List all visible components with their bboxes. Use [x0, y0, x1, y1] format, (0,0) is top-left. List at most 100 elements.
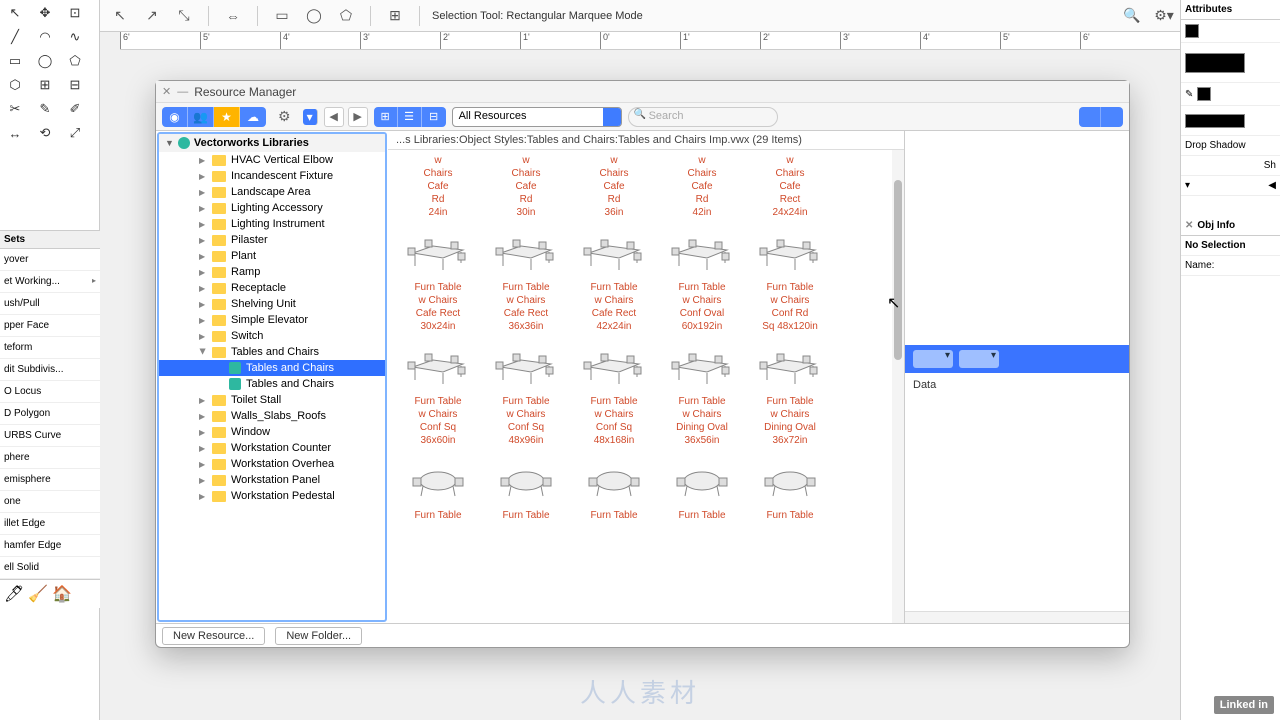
right-pane-toggle[interactable] — [1101, 107, 1123, 127]
align-icon[interactable]: ⊞ — [383, 4, 407, 28]
tool-icon[interactable]: ∿ — [62, 26, 88, 48]
list-item[interactable]: ush/Pull — [0, 293, 100, 315]
tree-folder[interactable]: ▶Workstation Counter — [159, 440, 385, 456]
tree-folder[interactable]: ▶Walls_Slabs_Roofs — [159, 408, 385, 424]
lasso-icon[interactable]: ◯ — [302, 4, 326, 28]
arrow-left-icon[interactable]: ◀ — [1268, 180, 1276, 191]
tool-icon[interactable]: ✂ — [2, 98, 28, 120]
list-item[interactable]: D Polygon — [0, 403, 100, 425]
minimize-icon[interactable]: — — [177, 86, 188, 98]
resource-item[interactable]: Furn Tablew ChairsCafe Rect36x36in — [484, 225, 568, 333]
resource-item[interactable]: Furn Tablew ChairsConf Sq48x96in — [484, 339, 568, 447]
tool-icon[interactable]: ╱ — [2, 26, 28, 48]
gear-icon[interactable]: ⚙ — [272, 108, 297, 125]
tree-file[interactable]: Tables and Chairs — [159, 360, 385, 376]
list-item[interactable]: yover — [0, 249, 100, 271]
tree-file[interactable]: Tables and Chairs — [159, 376, 385, 392]
tree-folder[interactable]: ▶Workstation Panel — [159, 472, 385, 488]
preview-dropdown[interactable] — [913, 350, 953, 368]
list-item[interactable]: illet Edge — [0, 513, 100, 535]
tree-folder[interactable]: ▶HVAC Vertical Elbow — [159, 152, 385, 168]
resource-item[interactable]: Furn Tablew ChairsConf Sq36x60in — [396, 339, 480, 447]
column-view-icon[interactable]: ⊟ — [422, 107, 446, 127]
new-resource-button[interactable]: New Resource... — [162, 627, 265, 645]
scrollbar[interactable] — [892, 150, 904, 623]
tool-icon[interactable]: ↔ — [2, 122, 28, 144]
tree-folder[interactable]: ▶Workstation Pedestal — [159, 488, 385, 504]
tool-icon[interactable]: ⤢ — [62, 122, 88, 144]
tool-icon[interactable]: ⤡ — [172, 4, 196, 28]
list-item[interactable]: dit Subdivis... — [0, 359, 100, 381]
tool-icon[interactable]: ▭ — [2, 50, 28, 72]
list-item[interactable]: one — [0, 491, 100, 513]
resource-item[interactable]: wChairsCafeRd36in — [572, 154, 656, 219]
tree-folder[interactable]: ▶Window — [159, 424, 385, 440]
tool-icon[interactable]: ⇔ — [221, 4, 245, 28]
tree-folder[interactable]: ▶Lighting Accessory — [159, 200, 385, 216]
drop-shadow-label[interactable]: Drop Shadow — [1181, 136, 1280, 156]
list-item[interactable]: pper Face — [0, 315, 100, 337]
resource-item[interactable]: Furn Tablew ChairsDining Oval36x72in — [748, 339, 832, 447]
tool-icon[interactable]: ◠ — [32, 26, 58, 48]
resource-item[interactable]: Furn Tablew ChairsConf Oval60x192in — [660, 225, 744, 333]
resource-grid[interactable]: wChairsCafeRd24inwChairsCafeRd30inwChair… — [388, 150, 904, 623]
tool-icon[interactable]: ◯ — [32, 50, 58, 72]
resource-item[interactable]: wChairsCafeRd42in — [660, 154, 744, 219]
close-icon[interactable]: ✕ — [162, 85, 171, 98]
tree-folder[interactable]: ▶Plant — [159, 248, 385, 264]
back-button[interactable]: ◀ — [324, 107, 344, 127]
resource-item[interactable]: Furn Tablew ChairsCafe Rect42x24in — [572, 225, 656, 333]
resource-item[interactable]: wChairsCafeRd30in — [484, 154, 568, 219]
source-tabs[interactable]: ◉ 👥 ★ ☁ — [162, 107, 266, 127]
list-item[interactable]: O Locus — [0, 381, 100, 403]
line-preview[interactable] — [1185, 114, 1245, 128]
resource-item[interactable]: Furn Tablew ChairsConf Sq48x168in — [572, 339, 656, 447]
tool-icon[interactable]: ↖ — [2, 2, 28, 24]
h-scrollbar[interactable] — [905, 611, 1129, 623]
list-view-icon[interactable]: ☰ — [398, 107, 422, 127]
resource-item[interactable]: Furn Table — [572, 453, 656, 522]
grid-view-icon[interactable]: ⊞ — [374, 107, 398, 127]
tree-folder[interactable]: ▶Workstation Overhea — [159, 456, 385, 472]
cloud-tab-icon[interactable]: ☁ — [240, 107, 266, 127]
tool-icon[interactable]: ✎ — [32, 98, 58, 120]
tool-icon[interactable]: 🧹 — [28, 584, 48, 604]
resource-item[interactable]: Furn Tablew ChairsDining Oval36x56in — [660, 339, 744, 447]
window-titlebar[interactable]: ✕ — Resource Manager — [156, 81, 1129, 103]
tree-folder[interactable]: ▶Ramp — [159, 264, 385, 280]
tool-icon[interactable]: ⊞ — [32, 74, 58, 96]
tool-icon[interactable]: 🖊 — [4, 584, 24, 604]
tree-folder[interactable]: ▶Tables and Chairs — [159, 344, 385, 360]
resource-item[interactable]: Furn Tablew ChairsConf RdSq 48x120in — [748, 225, 832, 333]
tree-folder[interactable]: ▶Simple Elevator — [159, 312, 385, 328]
tool-icon[interactable]: ⊡ — [62, 2, 88, 24]
tool-icon[interactable]: ⬠ — [62, 50, 88, 72]
resource-item[interactable]: Furn Table — [660, 453, 744, 522]
line-swatch[interactable] — [1197, 87, 1211, 101]
resource-item[interactable]: Furn Tablew ChairsCafe Rect30x24in — [396, 225, 480, 333]
filter-select[interactable]: All Resources — [452, 107, 622, 127]
gear-dropdown[interactable]: ▾ — [303, 109, 318, 125]
list-item[interactable]: hamfer Edge — [0, 535, 100, 557]
resource-item[interactable]: wChairsCafeRd24in — [396, 154, 480, 219]
fill-swatch[interactable] — [1185, 24, 1199, 38]
search-input[interactable]: Search — [628, 107, 778, 127]
tool-icon[interactable]: ✥ — [32, 2, 58, 24]
tool-icon[interactable]: ↗ — [140, 4, 164, 28]
tree-folder[interactable]: ▶Shelving Unit — [159, 296, 385, 312]
flashlight-icon[interactable]: 🔍 — [1120, 4, 1144, 28]
tool-icon[interactable]: ✐ — [62, 98, 88, 120]
list-item[interactable]: emisphere — [0, 469, 100, 491]
list-item[interactable]: et Working... — [0, 271, 100, 293]
tool-icon[interactable]: 🏠 — [52, 584, 72, 604]
tree-folder[interactable]: ▶Receptacle — [159, 280, 385, 296]
resource-item[interactable]: Furn Table — [484, 453, 568, 522]
tool-icon[interactable]: ⊟ — [62, 74, 88, 96]
home-tab-icon[interactable]: ◉ — [162, 107, 188, 127]
tool-icon[interactable]: ⬡ — [2, 74, 28, 96]
disclosure-icon[interactable]: ▼ — [165, 138, 174, 148]
resource-item[interactable]: wChairsCafeRect24x24in — [748, 154, 832, 219]
rm-tree[interactable]: ▼ Vectorworks Libraries ▶HVAC Vertical E… — [157, 132, 387, 622]
list-item[interactable]: ell Solid — [0, 557, 100, 579]
users-tab-icon[interactable]: 👥 — [188, 107, 214, 127]
